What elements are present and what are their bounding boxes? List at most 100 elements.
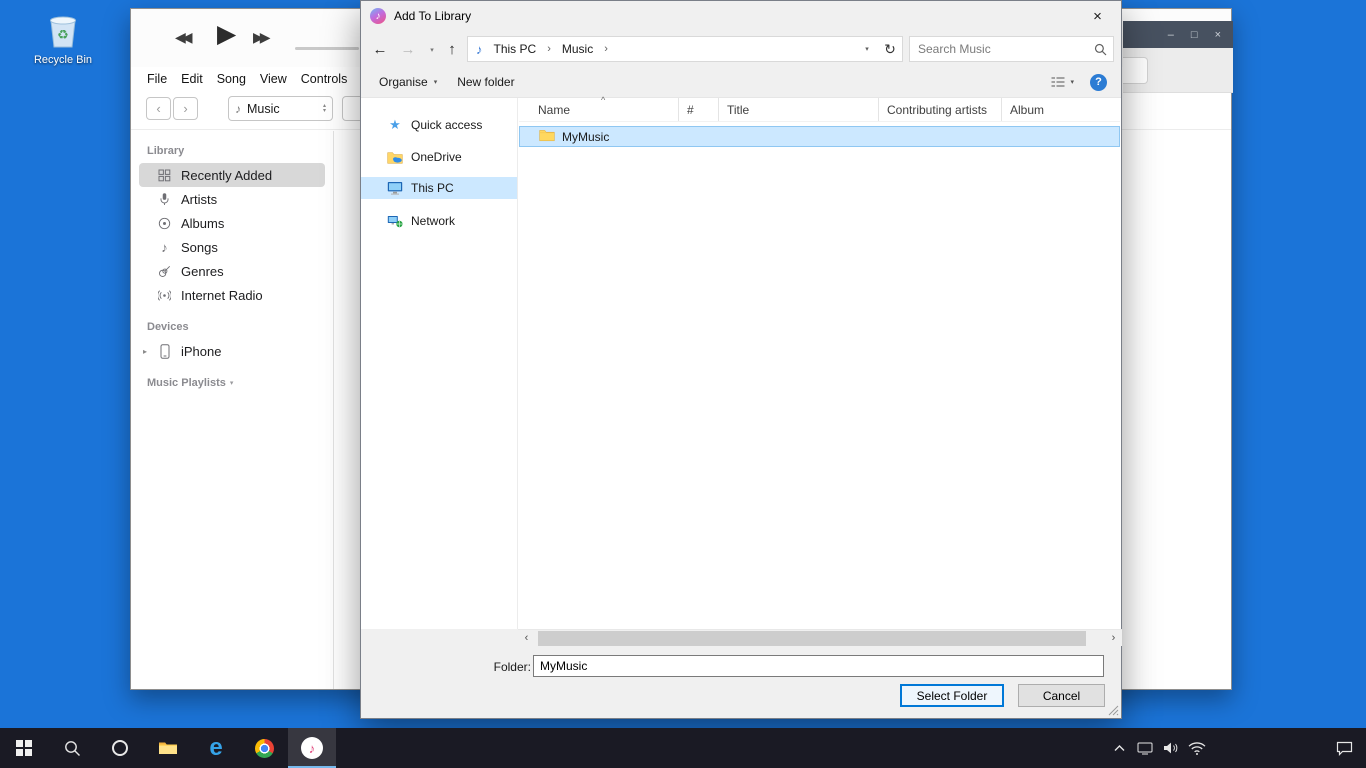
forward-button: → bbox=[397, 38, 419, 60]
file-explorer-icon bbox=[158, 740, 178, 756]
taskbar-chrome-button[interactable] bbox=[240, 728, 288, 768]
add-to-library-dialog: ♪ Add To Library × ← → ▾ ↑ ♪ This PC › M… bbox=[360, 0, 1122, 719]
close-button[interactable]: × bbox=[1215, 29, 1221, 41]
menu-item-view[interactable]: View bbox=[260, 72, 287, 86]
place-network[interactable]: Network bbox=[361, 210, 517, 232]
help-button[interactable]: ? bbox=[1090, 74, 1107, 91]
column-header-name[interactable]: ^ Name bbox=[519, 98, 679, 121]
breadcrumb-separator-icon[interactable]: › bbox=[543, 43, 555, 55]
breadcrumb-separator-icon[interactable]: › bbox=[600, 43, 612, 55]
sidebar-item-artists[interactable]: Artists bbox=[139, 187, 325, 211]
maximize-button[interactable]: □ bbox=[1191, 29, 1198, 41]
itunes-toolbar-right bbox=[1123, 48, 1233, 93]
column-header-album[interactable]: Album bbox=[1002, 98, 1120, 121]
search-icon[interactable] bbox=[1087, 43, 1113, 56]
sidebar-item-recently-added[interactable]: Recently Added bbox=[139, 163, 325, 187]
computer-icon bbox=[387, 181, 403, 195]
itunes-back-button[interactable]: ‹ bbox=[146, 97, 171, 120]
desktop: ♻ Recycle Bin ◀◀ ▶ ▶▶ File Edit Song Vie… bbox=[0, 0, 1366, 768]
chevron-down-icon: ▾ bbox=[230, 379, 234, 387]
search-input[interactable] bbox=[910, 42, 1087, 56]
library-section-header: Library bbox=[147, 145, 333, 157]
folder-icon bbox=[539, 129, 555, 145]
media-kind-label: Music bbox=[247, 102, 317, 116]
hidden-icons-button[interactable] bbox=[1106, 728, 1132, 768]
fast-forward-button[interactable]: ▶▶ bbox=[253, 29, 267, 46]
svg-text:♻: ♻ bbox=[57, 27, 69, 42]
select-folder-button[interactable]: Select Folder bbox=[900, 684, 1004, 707]
start-button[interactable] bbox=[0, 728, 48, 768]
place-quick-access[interactable]: ★ Quick access bbox=[361, 114, 517, 136]
chevron-down-icon: ▾ bbox=[434, 78, 438, 86]
column-header-number[interactable]: # bbox=[679, 98, 719, 121]
itunes-sidebar: Library Recently Added Artists Albums bbox=[131, 131, 334, 689]
rewind-button[interactable]: ◀◀ bbox=[175, 29, 189, 46]
media-kind-dropdown[interactable]: ♪ Music ▴▾ bbox=[228, 96, 333, 121]
cortana-button[interactable] bbox=[96, 728, 144, 768]
display-icon bbox=[1137, 742, 1153, 755]
playlists-section-header[interactable]: Music Playlists ▾ bbox=[147, 377, 333, 389]
display-tray-button[interactable] bbox=[1132, 728, 1158, 768]
dialog-close-button[interactable]: × bbox=[1075, 2, 1120, 30]
itunes-forward-button[interactable]: › bbox=[173, 97, 198, 120]
place-this-pc[interactable]: This PC bbox=[361, 177, 517, 199]
dialog-titlebar: ♪ Add To Library bbox=[361, 1, 1121, 31]
recent-locations-dropdown-icon[interactable]: ▾ bbox=[421, 39, 443, 61]
expander-icon[interactable]: ▸ bbox=[143, 347, 147, 356]
folder-name-input[interactable] bbox=[533, 655, 1104, 677]
network-tray-button[interactable] bbox=[1184, 728, 1210, 768]
address-bar[interactable]: ♪ This PC › Music › ▾ ↻ bbox=[467, 36, 903, 62]
cancel-button[interactable]: Cancel bbox=[1018, 684, 1105, 707]
breadcrumb-this-pc[interactable]: This PC bbox=[489, 42, 542, 56]
taskbar-edge-button[interactable]: e bbox=[192, 728, 240, 768]
speaker-icon bbox=[1163, 741, 1179, 755]
minimize-button[interactable]: – bbox=[1168, 29, 1174, 41]
volume-tray-button[interactable] bbox=[1158, 728, 1184, 768]
sidebar-item-genres[interactable]: Genres bbox=[139, 259, 325, 283]
menu-item-edit[interactable]: Edit bbox=[181, 72, 203, 86]
taskbar-itunes-button[interactable]: ♪ bbox=[288, 728, 336, 768]
menu-item-file[interactable]: File bbox=[147, 72, 167, 86]
up-button[interactable]: ↑ bbox=[441, 38, 463, 60]
place-onedrive[interactable]: OneDrive bbox=[361, 146, 517, 168]
taskbar-search-button[interactable] bbox=[48, 728, 96, 768]
back-button[interactable]: ← bbox=[369, 38, 391, 60]
itunes-search-field[interactable] bbox=[1123, 57, 1148, 84]
edge-icon: e bbox=[209, 736, 222, 760]
music-note-icon: ♪ bbox=[157, 240, 172, 255]
search-box bbox=[909, 36, 1114, 62]
windows-logo-icon bbox=[16, 740, 32, 756]
music-note-icon: ♪ bbox=[235, 102, 241, 116]
search-icon bbox=[64, 740, 81, 757]
network-icon bbox=[387, 215, 403, 228]
refresh-button[interactable]: ↻ bbox=[878, 37, 902, 61]
recycle-bin[interactable]: ♻ Recycle Bin bbox=[30, 10, 96, 66]
taskbar-file-explorer-button[interactable] bbox=[144, 728, 192, 768]
file-row-mymusic[interactable]: MyMusic bbox=[519, 126, 1120, 147]
volume-slider[interactable] bbox=[295, 47, 359, 50]
dialog-toolbar: Organise ▾ New folder ▾ ? bbox=[361, 67, 1121, 98]
horizontal-scrollbar[interactable]: ‹ › bbox=[518, 629, 1122, 646]
sidebar-item-songs[interactable]: ♪ Songs bbox=[139, 235, 325, 259]
change-view-button[interactable]: ▾ bbox=[1051, 76, 1074, 88]
scroll-right-button[interactable]: › bbox=[1105, 630, 1122, 647]
new-folder-button[interactable]: New folder bbox=[447, 75, 524, 89]
recently-added-icon bbox=[157, 169, 172, 182]
menu-item-controls[interactable]: Controls bbox=[301, 72, 348, 86]
column-header-title[interactable]: Title bbox=[719, 98, 879, 121]
sidebar-item-albums[interactable]: Albums bbox=[139, 211, 325, 235]
breadcrumb-music[interactable]: Music bbox=[557, 42, 598, 56]
action-center-button[interactable] bbox=[1322, 728, 1366, 768]
organise-button[interactable]: Organise ▾ bbox=[369, 75, 447, 89]
scroll-left-button[interactable]: ‹ bbox=[518, 630, 535, 647]
sidebar-item-internet-radio[interactable]: Internet Radio bbox=[139, 283, 325, 307]
sidebar-item-iphone[interactable]: ▸ iPhone bbox=[139, 339, 325, 363]
folder-label: Folder: bbox=[489, 660, 531, 674]
column-header-contributing-artists[interactable]: Contributing artists bbox=[879, 98, 1002, 121]
scrollbar-thumb[interactable] bbox=[538, 631, 1086, 646]
play-button[interactable]: ▶ bbox=[217, 19, 236, 49]
resize-grip[interactable] bbox=[1108, 705, 1119, 716]
address-dropdown-icon[interactable]: ▾ bbox=[858, 45, 876, 53]
menu-item-song[interactable]: Song bbox=[217, 72, 246, 86]
chrome-icon bbox=[255, 739, 274, 758]
